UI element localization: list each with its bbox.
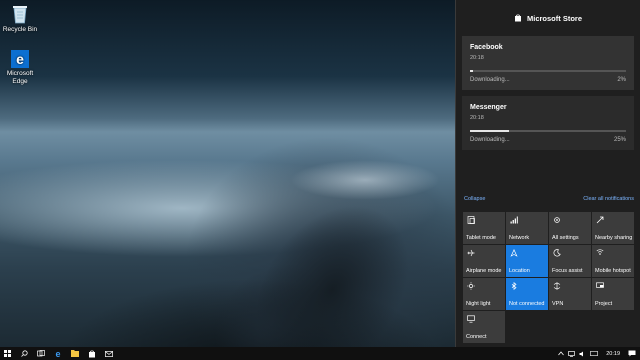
action-center-panel: Microsoft Store Facebook 20:18 Downloadi… (455, 0, 640, 347)
taskbar-file-explorer-button[interactable] (68, 347, 82, 360)
notification-card[interactable]: Messenger 20:18 Downloading... 25% (462, 96, 634, 150)
wallpaper-rocks (173, 150, 455, 347)
task-view-button[interactable] (34, 347, 48, 360)
notification-group-header[interactable]: Microsoft Store (456, 0, 640, 36)
quick-action-vpn[interactable]: VPN (549, 278, 591, 310)
quick-action-airplane-mode[interactable]: Airplane mode (463, 245, 505, 277)
quick-action-label: All settings (552, 235, 579, 241)
quick-action-project[interactable]: Project (592, 278, 634, 310)
svg-text:e: e (16, 51, 24, 67)
network-icon (510, 216, 518, 224)
notification-card[interactable]: Facebook 20:18 Downloading... 2% (462, 36, 634, 90)
airplane-icon (467, 249, 475, 257)
desktop-icon-recycle-bin[interactable]: Recycle Bin (0, 4, 40, 34)
edge-icon: e (55, 350, 60, 358)
quick-action-label: Tablet mode (466, 235, 496, 241)
project-icon (596, 282, 604, 288)
quick-action-label: Focus assist (552, 268, 583, 274)
start-icon (3, 350, 11, 357)
volume-icon[interactable] (579, 351, 586, 357)
gear-icon (554, 217, 560, 223)
progress-percent: 2% (617, 77, 626, 83)
progress-fill (470, 130, 509, 132)
quick-action-not-connected[interactable]: Not connected (506, 278, 548, 310)
quick-action-label: Connect (466, 334, 487, 340)
hotspot-icon (596, 249, 604, 255)
mail-icon (105, 350, 113, 357)
task-view-icon (37, 350, 45, 357)
quick-action-network[interactable]: Network (506, 212, 548, 244)
quick-action-nearby-sharing[interactable]: Nearby sharing (592, 212, 634, 244)
quick-action-location[interactable]: Location (506, 245, 548, 277)
file-explorer-icon (71, 350, 79, 357)
quick-action-focus-assist[interactable]: Focus assist (549, 245, 591, 277)
nearby-sharing-icon (596, 216, 604, 224)
desktop-wallpaper (0, 0, 455, 347)
bluetooth-icon (511, 282, 517, 290)
system-tray: 20:19 (558, 347, 640, 360)
progress-status: Downloading... (470, 77, 510, 83)
taskbar-mail-button[interactable] (102, 347, 116, 360)
network-tray-icon[interactable] (568, 350, 576, 357)
progress-fill (470, 70, 474, 72)
store-icon (89, 349, 95, 357)
quick-action-label: VPN (552, 301, 564, 307)
notification-time: 20:18 (470, 115, 484, 121)
collapse-link[interactable]: Collapse (464, 196, 485, 202)
store-icon (514, 14, 521, 22)
notification-app: Messenger (470, 104, 507, 111)
location-icon (510, 249, 518, 257)
quick-action-label: Location (509, 268, 530, 274)
taskbar: e 20:19 (0, 347, 640, 360)
recycle-bin-icon (13, 6, 27, 24)
notification-time: 20:18 (470, 55, 484, 61)
connect-icon (467, 315, 475, 323)
desktop-icon-label: Recycle Bin (2, 26, 38, 33)
quick-action-label: Network (509, 235, 530, 241)
taskbar-store-button[interactable] (85, 347, 99, 360)
tablet-mode-icon (467, 216, 475, 224)
progress-bar (470, 70, 626, 72)
notifications-icon[interactable] (628, 350, 636, 357)
progress-status: Downloading... (470, 137, 510, 143)
desktop-icon-edge[interactable]: e Microsoft Edge (0, 50, 40, 86)
notification-group-title: Microsoft Store (526, 13, 582, 23)
sun-icon (467, 282, 475, 290)
keyboard-icon[interactable] (590, 351, 599, 356)
search-icon (20, 350, 28, 357)
notification-app: Facebook (470, 44, 503, 51)
quick-action-all-settings[interactable]: All settings (549, 212, 591, 244)
moon-icon (553, 249, 561, 257)
progress-percent: 25% (613, 137, 626, 143)
progress-bar (470, 130, 626, 132)
svg-text:e: e (55, 350, 60, 358)
edge-icon: e (11, 50, 29, 68)
quick-action-label: Not connected (509, 301, 545, 307)
quick-action-mobile-hotspot[interactable]: Mobile hotspot (592, 245, 634, 277)
quick-action-label: Nearby sharing (595, 235, 633, 241)
quick-action-night-light[interactable]: Night light (463, 278, 505, 310)
quick-action-label: Project (595, 301, 613, 307)
vpn-icon (553, 282, 561, 290)
chevron-up-icon[interactable] (558, 351, 565, 356)
desktop-icon-label: Microsoft Edge (6, 70, 34, 85)
quick-actions-grid: Tablet mode Network All settings Nearby sha… (463, 212, 635, 343)
search-button[interactable] (17, 347, 31, 360)
taskbar-clock[interactable]: 20:19 (606, 351, 620, 357)
quick-action-label: Mobile hotspot (595, 268, 631, 274)
start-button[interactable] (0, 347, 14, 360)
taskbar-edge-button[interactable]: e (51, 347, 65, 360)
clear-all-notifications-link[interactable]: Clear all notifications (583, 196, 634, 202)
quick-action-label: Night light (466, 301, 491, 307)
quick-action-tablet-mode[interactable]: Tablet mode (463, 212, 505, 244)
quick-action-connect[interactable]: Connect (463, 311, 505, 343)
quick-action-label: Airplane mode (466, 268, 502, 274)
